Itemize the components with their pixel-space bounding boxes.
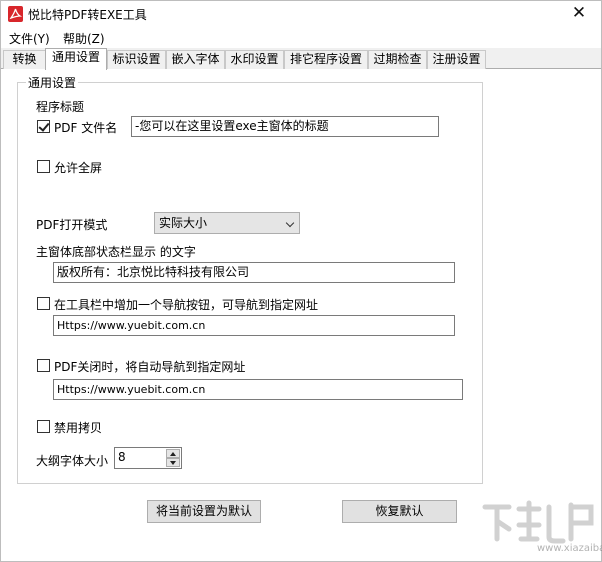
group-title: 通用设置 [26, 74, 79, 91]
nav-url-input[interactable]: Https://www.yuebit.com.cn [53, 315, 455, 336]
outline-font-size-label: 大纲字体大小 [36, 454, 109, 468]
pdf-filename-label: PDF 文件名 [54, 121, 118, 135]
title-input[interactable]: -您可以在这里设置exe主窗体的标题 [131, 116, 439, 137]
menu-bar: 文件(Y) 帮助(Z) [1, 28, 601, 48]
open-mode-label: PDF打开模式 [36, 218, 108, 232]
fullscreen-checkbox[interactable] [37, 160, 50, 173]
tab-strip: 转换 通用设置 标识设置 嵌入字体 水印设置 排它程序设置 过期检查 注册设置 [1, 48, 601, 70]
close-nav-checkbox[interactable] [37, 359, 50, 372]
tab-registration[interactable]: 注册设置 [427, 50, 486, 69]
close-button[interactable]: ✕ [557, 1, 601, 28]
restore-default-button[interactable]: 恢复默认 [342, 500, 457, 523]
download-site-watermark: www.xiazaiba.com [479, 499, 602, 555]
tab-embed-fonts[interactable]: 嵌入字体 [166, 50, 225, 69]
outline-font-size-spinner[interactable]: 8 [114, 447, 182, 469]
tab-expiry-check[interactable]: 过期检查 [368, 50, 427, 69]
window-title: 悦比特PDF转EXE工具 [28, 8, 147, 22]
close-icon: ✕ [571, 3, 587, 23]
tab-convert[interactable]: 转换 [3, 50, 46, 69]
fullscreen-label: 允许全屏 [54, 161, 103, 175]
title-bar: 悦比特PDF转EXE工具 ✕ [1, 1, 601, 28]
menu-file[interactable]: 文件(Y) [9, 30, 50, 47]
spin-down-arrow-icon[interactable] [166, 458, 180, 467]
watermark-site-text: www.xiazaiba.com [537, 543, 602, 554]
chevron-down-icon [285, 218, 295, 228]
tab-watermark-settings[interactable]: 水印设置 [225, 50, 284, 69]
statusbar-text-label: 主窗体底部状态栏显示 的文字 [36, 245, 196, 259]
close-nav-label: PDF关闭时，将自动导航到指定网址 [54, 360, 246, 374]
disable-copy-checkbox[interactable] [37, 420, 50, 433]
disable-copy-label: 禁用拷贝 [54, 421, 103, 435]
watermark-logo-icon [482, 500, 594, 544]
nav-button-label: 在工具栏中增加一个导航按钮，可导航到指定网址 [54, 298, 319, 312]
menu-help[interactable]: 帮助(Z) [63, 30, 105, 47]
tab-general-settings[interactable]: 通用设置 [45, 48, 107, 70]
app-window: 悦比特PDF转EXE工具 ✕ 文件(Y) 帮助(Z) 转换 通用设置 标识设置 … [0, 0, 602, 562]
outline-font-size-value: 8 [118, 450, 126, 464]
close-url-input[interactable]: Https://www.yuebit.com.cn [53, 379, 463, 400]
spin-up-arrow-icon[interactable] [166, 449, 180, 458]
nav-button-checkbox[interactable] [37, 297, 50, 310]
tab-identity-settings[interactable]: 标识设置 [107, 50, 166, 69]
pdf-filename-checkbox[interactable] [37, 120, 50, 133]
program-title-label: 程序标题 [36, 100, 85, 114]
pdf-app-icon [8, 6, 23, 22]
open-mode-value: 实际大小 [159, 216, 208, 230]
statusbar-text-input[interactable]: 版权所有：北京悦比特科技有限公司 [53, 262, 455, 283]
tab-exclusive-program[interactable]: 排它程序设置 [284, 50, 368, 69]
set-default-button[interactable]: 将当前设置为默认 [147, 500, 261, 523]
open-mode-select[interactable]: 实际大小 [154, 212, 300, 234]
